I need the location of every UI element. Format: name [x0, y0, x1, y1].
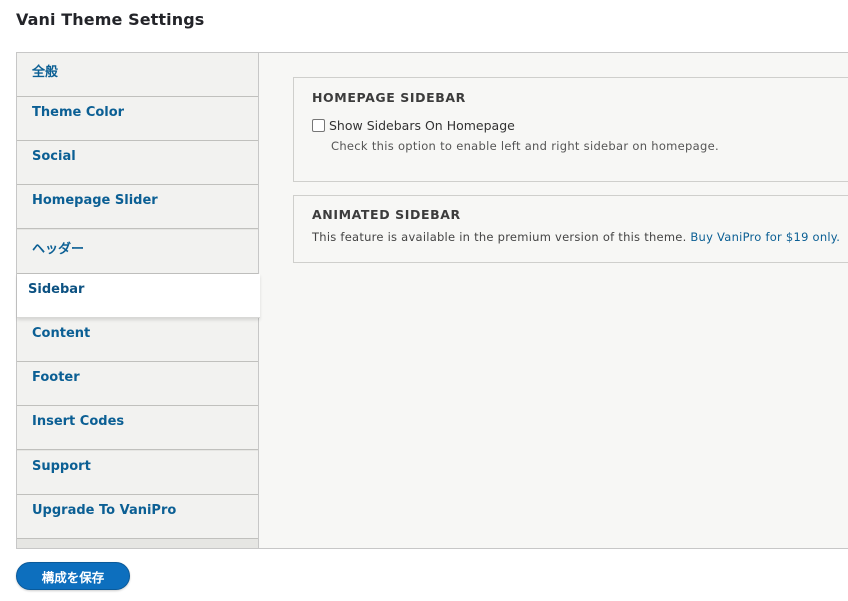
tab-support[interactable]: Support — [17, 451, 258, 495]
animated-sidebar-text: This feature is available in the premium… — [312, 230, 840, 244]
tab-social[interactable]: Social — [17, 141, 258, 185]
page-title: Vani Theme Settings — [16, 10, 205, 29]
homepage-sidebar-title: HOMEPAGE SIDEBAR — [312, 90, 466, 105]
homepage-sidebar-fieldset: HOMEPAGE SIDEBAR Show Sidebars On Homepa… — [293, 77, 848, 182]
tab-general[interactable]: 全般 — [17, 53, 258, 97]
tab-content[interactable]: Content — [17, 318, 258, 362]
premium-notice: This feature is available in the premium… — [312, 230, 687, 244]
vertical-tabs: 全般 Theme Color Social Homepage Slider ヘッ… — [16, 52, 848, 549]
show-sidebars-description: Check this option to enable left and rig… — [331, 139, 719, 153]
animated-sidebar-fieldset: ANIMATED SIDEBAR This feature is availab… — [293, 195, 848, 263]
tab-homepage-slider[interactable]: Homepage Slider — [17, 185, 258, 229]
save-configuration-button[interactable]: 構成を保存 — [16, 562, 130, 590]
show-sidebars-label[interactable]: Show Sidebars On Homepage — [329, 118, 515, 133]
tab-insert-codes[interactable]: Insert Codes — [17, 406, 258, 450]
tab-list: 全般 Theme Color Social Homepage Slider ヘッ… — [17, 53, 260, 548]
tab-footer[interactable]: Footer — [17, 362, 258, 406]
tab-theme-color[interactable]: Theme Color — [17, 97, 258, 141]
tab-upgrade-to-vanipro[interactable]: Upgrade To VaniPro — [17, 495, 258, 539]
tab-sidebar[interactable]: Sidebar — [17, 274, 260, 318]
tab-header[interactable]: ヘッダー — [17, 230, 258, 274]
show-sidebars-checkbox[interactable] — [312, 119, 325, 132]
animated-sidebar-title: ANIMATED SIDEBAR — [312, 207, 461, 222]
buy-vanipro-link[interactable]: Buy VaniPro for $19 only. — [690, 230, 840, 244]
